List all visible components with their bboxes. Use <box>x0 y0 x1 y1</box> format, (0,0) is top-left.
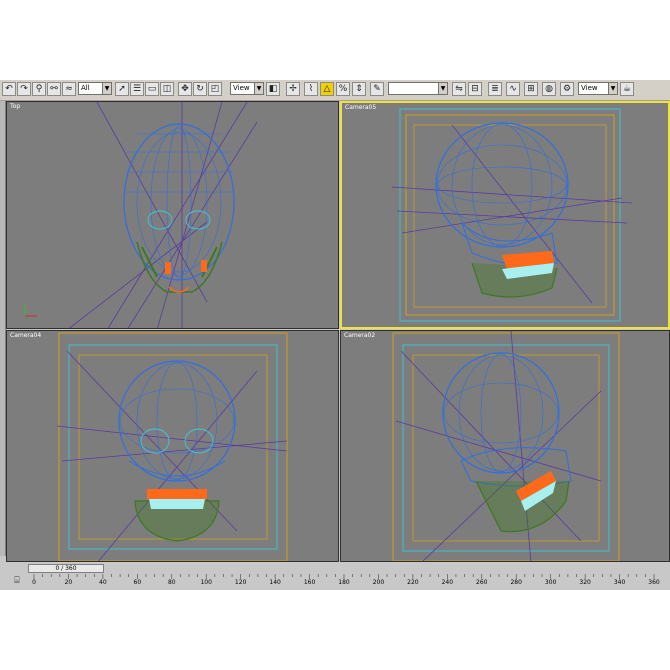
named-selection-set[interactable]: ▼ <box>388 82 448 95</box>
ruler-tick-label: 280 <box>510 579 522 586</box>
frame-display: 0 / 360 <box>55 565 77 572</box>
ruler-tick-label: 340 <box>613 579 626 586</box>
ruler-tick-label: 160 <box>303 579 316 586</box>
edit-named-selection-icon[interactable]: ✎ <box>370 82 384 96</box>
ruler-tick-label: 320 <box>579 579 591 586</box>
max-application: ↶ ↷ ⚲ ⚯ ≈ All ▼ ➚ ☰ ▭ ◫ ✥ ↻ ◰ View ▼ ◧ ✢… <box>0 80 670 590</box>
viewport-camera05[interactable]: Camera05 <box>340 101 670 329</box>
chevron-down-icon: ▼ <box>608 83 617 94</box>
align-icon[interactable]: ⊟ <box>468 82 482 96</box>
time-slider-panel: 0 / 360 ⌸ 0 20 40 60 80 100 120 140 160 180 200 220… <box>0 562 670 590</box>
redo-icon[interactable]: ↷ <box>17 82 31 96</box>
pivot-center-icon[interactable]: ◧ <box>266 82 280 96</box>
quick-render-icon[interactable]: ☕ <box>620 82 634 96</box>
axis-tripod-icon <box>24 304 37 317</box>
reference-coordinate-system[interactable]: View ▼ <box>230 82 264 95</box>
select-move-icon[interactable]: ✥ <box>178 82 192 96</box>
trackbar-toggle-icon[interactable]: ⌸ <box>11 575 23 587</box>
ruler-tick-label: 220 <box>407 579 419 586</box>
main-toolbar: ↶ ↷ ⚲ ⚯ ≈ All ▼ ➚ ☰ ▭ ◫ ✥ ↻ ◰ View ▼ ◧ ✢… <box>0 80 670 101</box>
viewport-camera04[interactable]: Camera04 <box>6 330 339 562</box>
viewport-top-wireframe <box>24 102 258 328</box>
render-type-value: View <box>581 84 598 92</box>
render-setup-icon[interactable]: ⚙ <box>560 82 574 96</box>
skull-front-wireframe <box>123 123 235 293</box>
viewport-camera02[interactable]: Camera02 <box>340 330 670 562</box>
ruler-tick-label: 200 <box>372 579 385 586</box>
angle-snap-icon[interactable]: △ <box>320 82 334 96</box>
curve-editor-icon[interactable]: ∿ <box>506 82 520 96</box>
skull-side-wireframe <box>442 352 572 533</box>
mirror-icon[interactable]: ⇋ <box>452 82 466 96</box>
camera-lines <box>395 331 602 561</box>
material-editor-icon[interactable]: ◍ <box>542 82 556 96</box>
viewport-top[interactable]: Top <box>6 101 339 329</box>
ruler-tick-label: 20 <box>64 579 73 586</box>
time-slider[interactable]: 0 / 360 <box>28 564 104 573</box>
region-select-icon[interactable]: ▭ <box>145 82 159 96</box>
schematic-view-icon[interactable]: ⊞ <box>524 82 538 96</box>
chevron-down-icon: ▼ <box>254 83 263 94</box>
select-rotate-icon[interactable]: ↻ <box>193 82 207 96</box>
selection-filter[interactable]: All ▼ <box>78 82 112 95</box>
window-crossing-icon[interactable]: ◫ <box>160 82 174 96</box>
ruler-tick-label: 80 <box>167 579 176 586</box>
link-icon[interactable]: ⚲ <box>32 82 46 96</box>
ruler-tick-label: 300 <box>544 579 557 586</box>
ruler-tick-label: 240 <box>441 579 454 586</box>
undo-icon[interactable]: ↶ <box>2 82 16 96</box>
manipulate-icon[interactable]: ✢ <box>286 82 300 96</box>
camera-lines <box>68 102 258 328</box>
ruler-tick-label: 360 <box>648 579 660 586</box>
bind-space-warp-icon[interactable]: ≈ <box>62 82 76 96</box>
ruler-tick-label: 60 <box>133 579 142 586</box>
select-object-icon[interactable]: ➚ <box>115 82 129 96</box>
selection-filter-value: All <box>81 84 90 92</box>
select-scale-icon[interactable]: ◰ <box>208 82 222 96</box>
chevron-down-icon: ▼ <box>438 83 447 94</box>
select-by-name-icon[interactable]: ☰ <box>130 82 144 96</box>
viewport-camera02-wireframe <box>392 331 620 561</box>
viewport-camera05-wireframe <box>391 108 633 322</box>
percent-snap-icon[interactable]: % <box>336 82 350 96</box>
ruler-tick-label: 0 <box>32 579 36 586</box>
ruler-tick-label: 100 <box>200 579 212 586</box>
layer-manager-icon[interactable]: ≣ <box>488 82 502 96</box>
render-type[interactable]: View ▼ <box>578 82 618 95</box>
chevron-down-icon: ▼ <box>102 83 111 94</box>
unlink-icon[interactable]: ⚯ <box>47 82 61 96</box>
ruler-tick-label: 180 <box>338 579 350 586</box>
viewport-camera04-wireframe <box>56 332 288 561</box>
snap-toggle-icon[interactable]: ⌇ <box>304 82 318 96</box>
ruler-tick-label: 120 <box>234 579 247 586</box>
spinner-snap-icon[interactable]: ⇕ <box>352 82 366 96</box>
ruler-tick-label: 40 <box>99 579 107 586</box>
ruler-tick-label: 260 <box>476 579 488 586</box>
ruler-tick-label: 140 <box>269 579 281 586</box>
ref-coord-value: View <box>233 84 250 92</box>
